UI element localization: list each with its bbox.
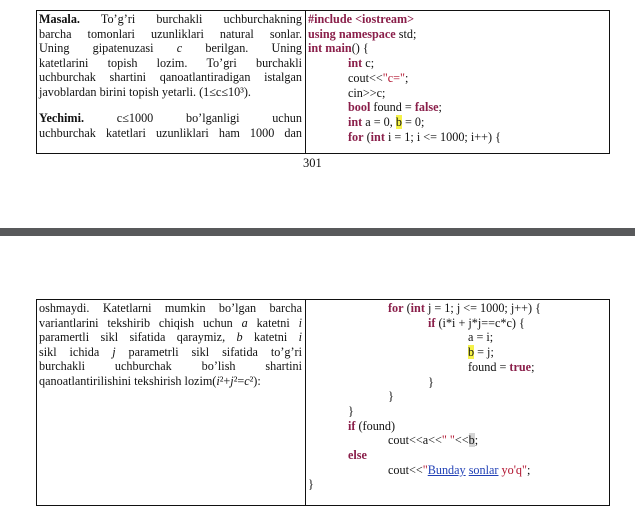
code-cell: for (int j = 1; j <= 1000; j++) { if (i*…	[305, 299, 610, 506]
code-line: #include <iostream>	[308, 12, 415, 26]
code-line: int main() {	[308, 41, 369, 56]
code-line: else	[348, 448, 367, 463]
solution-explanation: oshmaydi. Katetlarni mumkin bo’lgan barc…	[39, 301, 302, 388]
page-divider	[0, 228, 635, 236]
code-line: a = i;	[468, 330, 494, 345]
code-line: for (int i = 1; i <= 1000; i++) {	[348, 129, 501, 144]
code-line: for (int j = 1; j <= 1000; j++) {	[388, 301, 541, 315]
prose-line-2: variantlarini tekshirib chiqish uchun a …	[39, 315, 302, 330]
page-number: 301	[303, 156, 322, 170]
code-line: b = j;	[468, 345, 494, 360]
code-cell: #include <iostream> using namespace std;…	[305, 10, 610, 154]
code-line: bool found = false;	[348, 100, 442, 115]
yechimi-label: Yechimi.	[39, 111, 85, 125]
page-301: Masala. To’g’ri burchakli uchburchakning…	[0, 0, 635, 228]
code-line: }	[308, 477, 314, 492]
code-block-bottom: for (int j = 1; j <= 1000; j++) { if (i*…	[306, 300, 609, 492]
solution-text-cell: oshmaydi. Katetlarni mumkin bo’lgan barc…	[36, 299, 306, 506]
code-line: }	[388, 389, 394, 404]
prose-line-4: sikl ichida j parametrli sikl sifatida t…	[39, 344, 302, 359]
code-line: if (found)	[348, 418, 396, 433]
code-line: if (i*i + j*j==c*c) {	[428, 315, 525, 330]
code-line: }	[348, 403, 354, 418]
prose-line-3: paramertli sikl sifatida qaraymiz, b kat…	[39, 330, 302, 344]
page-302: oshmaydi. Katetlarni mumkin bo’lgan barc…	[0, 236, 635, 513]
code-block-top: #include <iostream> using namespace std;…	[306, 11, 609, 144]
masala-label: Masala.	[39, 12, 80, 26]
problem-table-bottom: oshmaydi. Katetlarni mumkin bo’lgan barc…	[36, 299, 610, 506]
code-line: cout<<"c=";	[348, 70, 409, 85]
code-line: cin>>c;	[348, 85, 386, 100]
problem-table-top: Masala. To’g’ri burchakli uchburchakning…	[36, 10, 610, 154]
code-line: cout<<"Bunday sonlar yo'q";	[388, 462, 531, 477]
code-line: }	[428, 374, 434, 389]
prose-line-6: qanoatlantirilishini tekshirish lozim(i²…	[39, 373, 261, 388]
code-line: int a = 0, b = 0;	[348, 114, 425, 129]
code-line: found = true;	[468, 359, 535, 374]
problem-statement: Masala. To’g’ri burchakli uchburchakning…	[39, 12, 303, 140]
problem-text-cell: Masala. To’g’ri burchakli uchburchakning…	[36, 10, 306, 154]
code-line: cout<<a<<" "<<b;	[388, 433, 479, 448]
code-line: using namespace std;	[308, 26, 417, 41]
code-line: int c;	[348, 56, 375, 71]
